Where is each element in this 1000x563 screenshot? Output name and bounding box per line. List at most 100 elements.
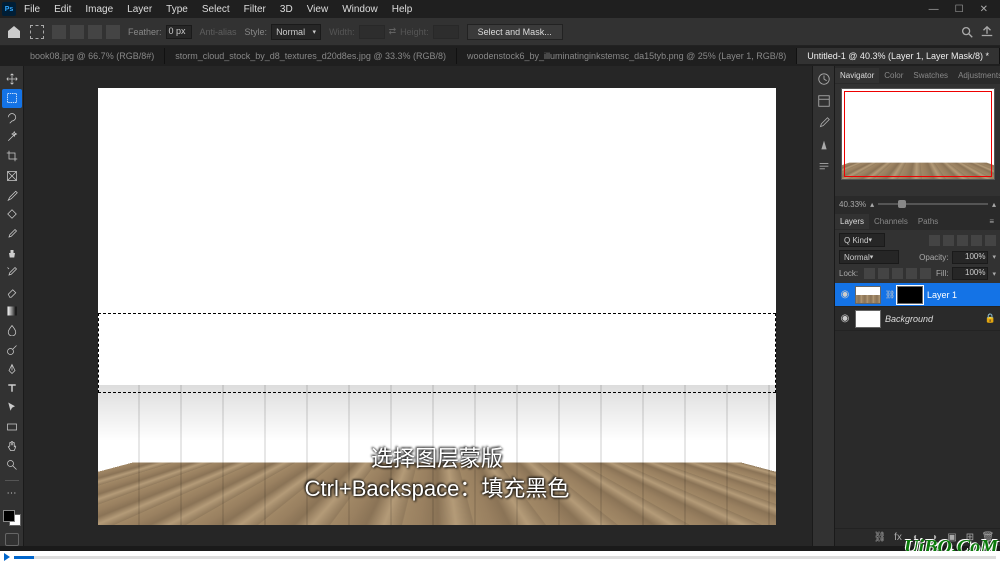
link-layers-button[interactable]: ⛓: [874, 532, 886, 544]
doc-tab-0[interactable]: book08.jpg @ 66.7% (RGB/8#): [20, 48, 165, 64]
filter-type-icon[interactable]: [957, 235, 968, 246]
canvas-area[interactable]: 选择图层蒙版 Ctrl+Backspace：填充黑色 RAFYA88: [24, 66, 812, 546]
progress-track[interactable]: [14, 556, 996, 559]
type-tool[interactable]: [2, 379, 22, 397]
filter-kind-select[interactable]: Q Kind ▾: [839, 233, 885, 247]
path-select-tool[interactable]: [2, 398, 22, 416]
paragraph-panel-icon[interactable]: [817, 160, 831, 174]
video-scrubber[interactable]: [0, 551, 1000, 563]
menu-3d[interactable]: 3D: [274, 2, 299, 17]
dodge-tool[interactable]: [2, 340, 22, 358]
hand-tool[interactable]: [2, 437, 22, 455]
new-selection-icon[interactable]: [52, 25, 66, 39]
menu-type[interactable]: Type: [160, 2, 194, 17]
fill-input[interactable]: 100%: [952, 267, 988, 280]
layer-row[interactable]: ◉ Background 🔒: [835, 307, 1000, 331]
menu-image[interactable]: Image: [79, 2, 119, 17]
filter-pixel-icon[interactable]: [929, 235, 940, 246]
zoom-slider[interactable]: [878, 203, 988, 205]
window-maximize[interactable]: ☐: [951, 4, 968, 15]
layer-thumbnail[interactable]: [855, 286, 881, 304]
share-icon[interactable]: [980, 25, 994, 39]
magic-wand-tool[interactable]: [2, 128, 22, 146]
adjustments-tab[interactable]: Adjustments: [953, 68, 1000, 83]
doc-tab-3[interactable]: Untitled-1 @ 40.3% (Layer 1, Layer Mask/…: [797, 48, 1000, 64]
gradient-tool[interactable]: [2, 302, 22, 320]
brush-tool[interactable]: [2, 225, 22, 243]
play-icon[interactable]: [4, 553, 10, 561]
healing-tool[interactable]: [2, 205, 22, 223]
window-close[interactable]: ✕: [976, 4, 992, 15]
layer-name[interactable]: Layer 1: [927, 290, 957, 300]
channels-tab[interactable]: Channels: [869, 214, 913, 229]
pen-tool[interactable]: [2, 360, 22, 378]
navigator-tab[interactable]: Navigator: [835, 68, 879, 83]
eyedropper-tool[interactable]: [2, 186, 22, 204]
filter-shape-icon[interactable]: [971, 235, 982, 246]
filter-adjust-icon[interactable]: [943, 235, 954, 246]
menu-select[interactable]: Select: [196, 2, 236, 17]
zoom-value[interactable]: 40.33%: [839, 200, 866, 209]
character-panel-icon[interactable]: [817, 138, 831, 152]
subtract-selection-icon[interactable]: [88, 25, 102, 39]
selection-mode-icons[interactable]: [52, 25, 120, 39]
menu-layer[interactable]: Layer: [121, 2, 158, 17]
menu-help[interactable]: Help: [386, 2, 419, 17]
layers-menu-icon[interactable]: ≡: [983, 217, 1000, 226]
blend-mode-select[interactable]: Normal ▾: [839, 250, 899, 264]
feather-input[interactable]: 0 px: [166, 25, 192, 39]
add-selection-icon[interactable]: [70, 25, 84, 39]
layer-row[interactable]: ◉ ⛓ Layer 1: [835, 283, 1000, 307]
history-brush-tool[interactable]: [2, 263, 22, 281]
zoom-tool[interactable]: [2, 456, 22, 474]
move-tool[interactable]: [2, 70, 22, 88]
clone-stamp-tool[interactable]: [2, 244, 22, 262]
visibility-toggle[interactable]: ◉: [839, 289, 851, 301]
navigator-thumbnail[interactable]: [841, 88, 995, 180]
mask-link-icon[interactable]: ⛓: [885, 290, 893, 299]
layer-thumbnail[interactable]: [855, 310, 881, 328]
doc-tab-1[interactable]: storm_cloud_stock_by_d8_textures_d20d8es…: [165, 48, 457, 64]
intersect-selection-icon[interactable]: [106, 25, 120, 39]
blur-tool[interactable]: [2, 321, 22, 339]
search-icon[interactable]: [960, 25, 974, 39]
layer-mask-thumbnail[interactable]: [897, 286, 923, 304]
lock-icon[interactable]: 🔒: [985, 313, 996, 324]
lock-all-icon[interactable]: [920, 268, 931, 279]
lock-image-icon[interactable]: [878, 268, 889, 279]
properties-panel-icon[interactable]: [817, 94, 831, 108]
layers-tab[interactable]: Layers: [835, 214, 869, 229]
lock-artboard-icon[interactable]: [906, 268, 917, 279]
eraser-tool[interactable]: [2, 282, 22, 300]
quick-mask-toggle[interactable]: [5, 533, 19, 546]
opacity-input[interactable]: 100%: [952, 251, 988, 264]
foreground-color-swatch[interactable]: [3, 510, 15, 522]
style-select[interactable]: Normal▾: [271, 24, 321, 40]
layer-style-button[interactable]: fx: [892, 532, 904, 544]
doc-tab-2[interactable]: woodenstock6_by_illuminatinginkstemsc_da…: [457, 48, 797, 64]
zoom-in-icon[interactable]: ▴: [992, 200, 996, 209]
canvas[interactable]: 选择图层蒙版 Ctrl+Backspace：填充黑色: [98, 88, 776, 525]
menu-window[interactable]: Window: [336, 2, 384, 17]
rectangle-tool[interactable]: [2, 418, 22, 436]
color-tab[interactable]: Color: [879, 68, 908, 83]
navigator-viewport-box[interactable]: [844, 91, 992, 177]
swatches-tab[interactable]: Swatches: [908, 68, 953, 83]
crop-tool[interactable]: [2, 147, 22, 165]
lock-position-icon[interactable]: [892, 268, 903, 279]
brushes-panel-icon[interactable]: [817, 116, 831, 130]
select-and-mask-button[interactable]: Select and Mask...: [467, 24, 563, 40]
menu-filter[interactable]: Filter: [238, 2, 272, 17]
lasso-tool[interactable]: [2, 109, 22, 127]
frame-tool[interactable]: [2, 167, 22, 185]
home-icon[interactable]: [6, 24, 22, 40]
menu-view[interactable]: View: [301, 2, 335, 17]
menu-edit[interactable]: Edit: [48, 2, 77, 17]
edit-toolbar[interactable]: ⋯: [2, 484, 22, 502]
zoom-out-icon[interactable]: ▴: [870, 200, 874, 209]
marquee-tool[interactable]: [2, 89, 22, 107]
visibility-toggle[interactable]: ◉: [839, 313, 851, 325]
filter-smart-icon[interactable]: [985, 235, 996, 246]
color-swatches[interactable]: [3, 510, 21, 526]
layer-name[interactable]: Background: [885, 314, 933, 324]
